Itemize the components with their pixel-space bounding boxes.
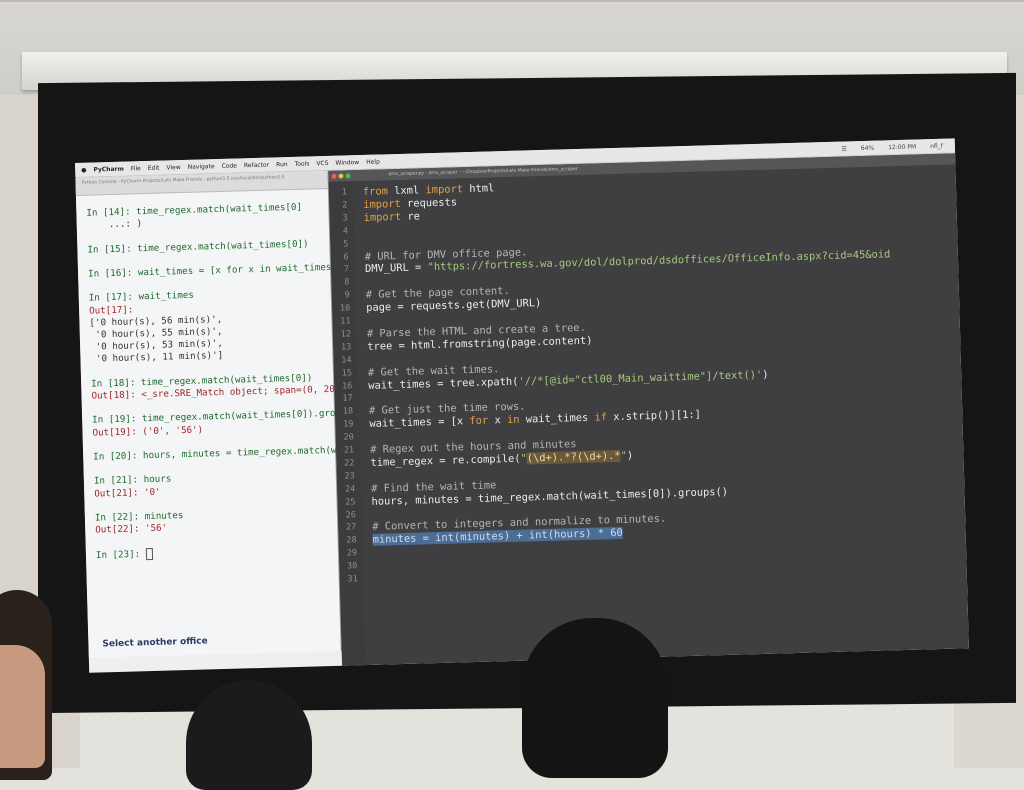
line-number: 31 bbox=[347, 574, 358, 585]
line-number: 28 bbox=[346, 535, 357, 546]
line-number: 2 bbox=[342, 200, 348, 211]
line-number: 17 bbox=[342, 393, 353, 405]
menu-item-navigate[interactable]: Navigate bbox=[188, 163, 215, 171]
line-number: 23 bbox=[344, 471, 355, 482]
menu-status-area: ☰ 64% 12:00 PM nfl_f bbox=[834, 142, 943, 152]
line-number: 10 bbox=[339, 303, 351, 314]
minimize-window-icon[interactable] bbox=[338, 173, 344, 179]
audience-head-right bbox=[522, 618, 668, 778]
window-controls bbox=[331, 173, 351, 179]
line-number: 21 bbox=[343, 445, 355, 456]
code-editor-window[interactable]: dmv_scraper.py - dmv_scraper - ~/Dropbox… bbox=[328, 153, 969, 666]
code-token: re bbox=[401, 210, 421, 223]
line-number: 1 bbox=[341, 187, 348, 198]
menu-item-code[interactable]: Code bbox=[221, 162, 237, 169]
line-number: 7 bbox=[343, 264, 350, 275]
code-token: requests bbox=[400, 196, 458, 210]
line-number: 14 bbox=[341, 355, 352, 366]
line-number: 26 bbox=[345, 509, 357, 521]
code-token: html bbox=[462, 182, 495, 196]
zoom-window-icon[interactable] bbox=[345, 173, 351, 179]
line-number: 27 bbox=[345, 522, 357, 533]
menu-item-window[interactable]: Window bbox=[335, 159, 359, 167]
menu-item-run[interactable]: Run bbox=[276, 161, 288, 168]
code-token: if bbox=[594, 411, 608, 424]
line-number: 18 bbox=[342, 406, 354, 417]
close-window-icon[interactable] bbox=[331, 173, 337, 179]
code-token: wait_times bbox=[519, 411, 595, 426]
wifi-icon[interactable]: ☰ bbox=[841, 145, 847, 152]
clock[interactable]: 12:00 PM bbox=[888, 143, 916, 151]
projected-desktop: ● PyCharm File Edit View Navigate Code Refact… bbox=[75, 138, 969, 673]
ceiling-tile-line bbox=[0, 0, 1024, 2]
line-number: 20 bbox=[343, 432, 354, 443]
code-token: ) bbox=[762, 368, 769, 381]
menu-item-refactor[interactable]: Refactor bbox=[244, 161, 269, 169]
code-token: in bbox=[506, 413, 520, 427]
code-token: ) bbox=[626, 449, 634, 462]
line-number: 9 bbox=[344, 290, 350, 301]
code-token: for bbox=[469, 414, 489, 428]
menu-item-file[interactable]: File bbox=[131, 165, 141, 172]
code-token: import bbox=[363, 197, 401, 211]
menu-item-view[interactable]: View bbox=[166, 164, 180, 171]
line-number: 29 bbox=[346, 548, 358, 559]
code-token: x bbox=[488, 414, 508, 427]
line-number: 3 bbox=[342, 213, 348, 224]
python-console-window[interactable]: Python Console - PyCharm Projects/Lets M… bbox=[75, 170, 381, 658]
user-name[interactable]: nfl_f bbox=[930, 142, 943, 149]
line-number: 5 bbox=[343, 238, 349, 250]
line-number: 22 bbox=[344, 458, 355, 469]
menu-item-help[interactable]: Help bbox=[366, 158, 380, 165]
code-token: from bbox=[362, 185, 389, 198]
line-number: 30 bbox=[346, 561, 358, 572]
line-number: 16 bbox=[341, 380, 353, 392]
line-number: 15 bbox=[341, 367, 353, 379]
line-number: 11 bbox=[340, 316, 351, 327]
code-token: import bbox=[363, 210, 402, 224]
menu-item-tools[interactable]: Tools bbox=[295, 160, 310, 167]
line-number: 13 bbox=[340, 342, 352, 353]
line-number: 4 bbox=[342, 226, 349, 237]
code-area[interactable]: 1 from lxml import html 2 import requests 3 i… bbox=[328, 164, 969, 666]
line-number: 8 bbox=[344, 277, 350, 288]
console-output[interactable]: In [14]: time_regex.match(wait_times[0] … bbox=[76, 189, 381, 562]
code-token: lxml bbox=[387, 184, 426, 198]
line-number: 25 bbox=[345, 496, 356, 508]
code-token: import bbox=[425, 183, 464, 197]
apple-icon[interactable]: ● bbox=[81, 166, 86, 173]
select-another-office-link[interactable]: Select another office bbox=[102, 636, 208, 649]
menu-item-vcs[interactable]: VCS bbox=[316, 159, 328, 166]
menu-item-edit[interactable]: Edit bbox=[148, 164, 160, 171]
audience-face-left bbox=[0, 645, 45, 768]
code-token: DMV_URL = bbox=[364, 261, 428, 276]
menu-app-name[interactable]: PyCharm bbox=[93, 165, 124, 173]
line-number: 19 bbox=[343, 419, 354, 430]
line-number: 24 bbox=[344, 483, 356, 495]
console-cursor[interactable] bbox=[145, 547, 153, 560]
line-number: 12 bbox=[340, 329, 352, 340]
line-number: 6 bbox=[343, 251, 349, 263]
battery-label[interactable]: 64% bbox=[861, 144, 875, 151]
